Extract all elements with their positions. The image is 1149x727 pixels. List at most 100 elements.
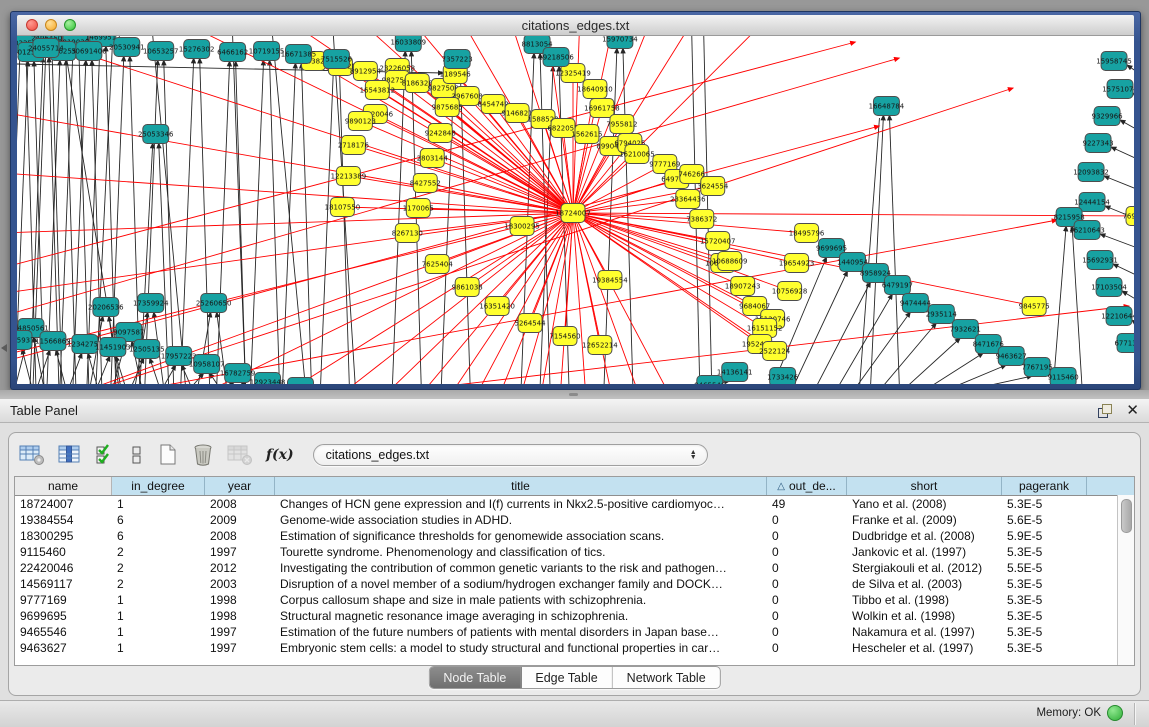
graph-node[interactable]: 19218506: [538, 48, 574, 67]
graph-node[interactable]: 12213389: [331, 167, 367, 186]
graph-node[interactable]: 7625404: [422, 255, 454, 274]
table-cell[interactable]: Embryonic stem cells: a model to study s…: [275, 641, 767, 655]
table-cell[interactable]: 22420046: [15, 561, 112, 575]
table-row[interactable]: 1456911722003Disruption of a novel membe…: [15, 576, 1134, 592]
graph-node[interactable]: 17103504: [1091, 278, 1127, 297]
table-cell[interactable]: 14569117: [15, 577, 112, 591]
graph-edge[interactable]: [217, 61, 230, 384]
graph-node[interactable]: 2935114: [926, 305, 958, 324]
graph-node[interactable]: 3915937: [17, 331, 35, 350]
tab-network-table[interactable]: Network Table: [613, 667, 720, 688]
table-cell[interactable]: 1: [112, 497, 205, 511]
table-cell[interactable]: 0: [767, 593, 847, 607]
graph-node[interactable]: 17359924: [133, 294, 169, 313]
column-header-year[interactable]: year: [205, 477, 275, 495]
graph-node[interactable]: 15751074: [1102, 80, 1134, 99]
table-cell[interactable]: Estimation of the future numbers of pati…: [275, 625, 767, 639]
graph-node[interactable]: 10756928: [772, 282, 808, 301]
graph-node[interactable]: 2803144: [417, 149, 449, 168]
column-header-out_de[interactable]: △out_de...: [767, 477, 847, 495]
table-cell[interactable]: 5.3E-5: [1002, 593, 1087, 607]
table-cell[interactable]: 5.3E-5: [1002, 545, 1087, 559]
float-panel-icon[interactable]: [1098, 404, 1112, 418]
graph-node[interactable]: 16210643: [1069, 221, 1105, 240]
table-mode-icon[interactable]: [19, 442, 45, 468]
network-window-titlebar[interactable]: citations_edges.txt: [17, 15, 1134, 36]
splitter-arrow[interactable]: [1, 344, 7, 352]
table-cell[interactable]: 6: [112, 513, 205, 527]
graph-edge[interactable]: [153, 36, 186, 384]
table-cell[interactable]: 2008: [205, 529, 275, 543]
column-select-icon[interactable]: [95, 442, 117, 468]
table-cell[interactable]: 1998: [205, 609, 275, 623]
graph-node[interactable]: 12505135: [129, 340, 165, 359]
table-cell[interactable]: 5.3E-5: [1002, 609, 1087, 623]
graph-edge[interactable]: [348, 176, 573, 213]
table-cell[interactable]: 1: [112, 593, 205, 607]
table-cell[interactable]: 2: [112, 577, 205, 591]
table-cell[interactable]: 5.3E-5: [1002, 577, 1087, 591]
graph-node[interactable]: 7694025: [1122, 207, 1134, 226]
column-visibility-icon[interactable]: [58, 442, 82, 468]
graph-node[interactable]: 23364436: [670, 190, 706, 209]
table-row[interactable]: 977716911998Corpus callosum shape and si…: [15, 592, 1134, 608]
table-cell[interactable]: Changes of HCN gene expression and I(f) …: [275, 497, 767, 511]
graph-node[interactable]: 9845775: [1019, 297, 1050, 316]
graph-edge[interactable]: [1072, 226, 1082, 384]
graph-node[interactable]: 6466162: [217, 43, 248, 62]
graph-node[interactable]: 16351420: [479, 297, 515, 316]
table-cell[interactable]: Genome-wide association studies in ADHD.: [275, 513, 767, 527]
graph-node[interactable]: 15720407: [700, 232, 736, 251]
table-cell[interactable]: 9777169: [15, 593, 112, 607]
tab-edge-table[interactable]: Edge Table: [521, 667, 612, 688]
graph-edge[interactable]: [1111, 147, 1134, 169]
column-header-pagerank[interactable]: pagerank: [1002, 477, 1087, 495]
table-row[interactable]: 946362711997Embryonic stem cells: a mode…: [15, 640, 1134, 656]
graph-node[interactable]: 7357223: [442, 50, 473, 69]
column-header-name[interactable]: name: [15, 477, 112, 495]
graph-edge[interactable]: [360, 121, 573, 213]
table-row[interactable]: 1938455462009Genome-wide association stu…: [15, 512, 1134, 528]
graph-node[interactable]: 11566869: [35, 332, 71, 351]
network-canvas[interactable]: 1872400718300295193845547963822896012889…: [17, 36, 1134, 384]
table-cell[interactable]: 2012: [205, 561, 275, 575]
table-cell[interactable]: 0: [767, 529, 847, 543]
graph-node[interactable]: 9465546: [694, 376, 725, 385]
table-cell[interactable]: 0: [767, 561, 847, 575]
table-cell[interactable]: 2009: [205, 513, 275, 527]
graph-node[interactable]: 2718176: [338, 136, 369, 155]
table-row[interactable]: 911546021997Tourette syndrome. Phenomeno…: [15, 544, 1134, 560]
table-cell[interactable]: Nakamura et al. (1997): [847, 625, 1002, 639]
table-cell[interactable]: 9699695: [15, 609, 112, 623]
graph-node[interactable]: 16671385: [281, 45, 317, 64]
graph-edge[interactable]: [301, 63, 311, 384]
table-cell[interactable]: Disruption of a novel member of a sodium…: [275, 577, 767, 591]
graph-node[interactable]: 18907243: [725, 277, 761, 296]
graph-node[interactable]: 20206536: [88, 298, 124, 317]
table-cell[interactable]: 5.5E-5: [1002, 561, 1087, 575]
table-cell[interactable]: 49: [767, 497, 847, 511]
graph-node[interactable]: 9890123: [345, 112, 376, 131]
graph-node[interactable]: 1562615: [571, 125, 602, 144]
graph-edge[interactable]: [181, 58, 194, 384]
graph-node[interactable]: 9875685: [432, 98, 463, 117]
graph-node[interactable]: 12210644: [1101, 307, 1134, 326]
graph-node[interactable]: 11287143: [283, 378, 319, 385]
graph-node[interactable]: 30691406: [71, 42, 107, 61]
table-cell[interactable]: 0: [767, 609, 847, 623]
table-cell[interactable]: Stergiakouli et al. (2012): [847, 561, 1002, 575]
graph-node[interactable]: 12923448: [250, 373, 286, 385]
graph-node[interactable]: 1170065: [403, 199, 434, 218]
graph-edge[interactable]: [164, 60, 174, 384]
graph-node[interactable]: 14136141: [717, 363, 753, 382]
column-header-short[interactable]: short: [847, 477, 1002, 495]
row-panel-icon[interactable]: [130, 442, 144, 468]
network-view-window[interactable]: citations_edges.txt 18724007183002951938…: [10, 11, 1141, 390]
table-cell[interactable]: 0: [767, 577, 847, 591]
table-cell[interactable]: de Silva et al. (2003): [847, 577, 1002, 591]
graph-edge[interactable]: [233, 36, 246, 384]
graph-node[interactable]: 10719155: [249, 42, 285, 61]
graph-node[interactable]: 9861038: [452, 278, 483, 297]
table-cell[interactable]: Jankovic et al. (1997): [847, 545, 1002, 559]
graph-node[interactable]: 7154560: [549, 327, 580, 346]
